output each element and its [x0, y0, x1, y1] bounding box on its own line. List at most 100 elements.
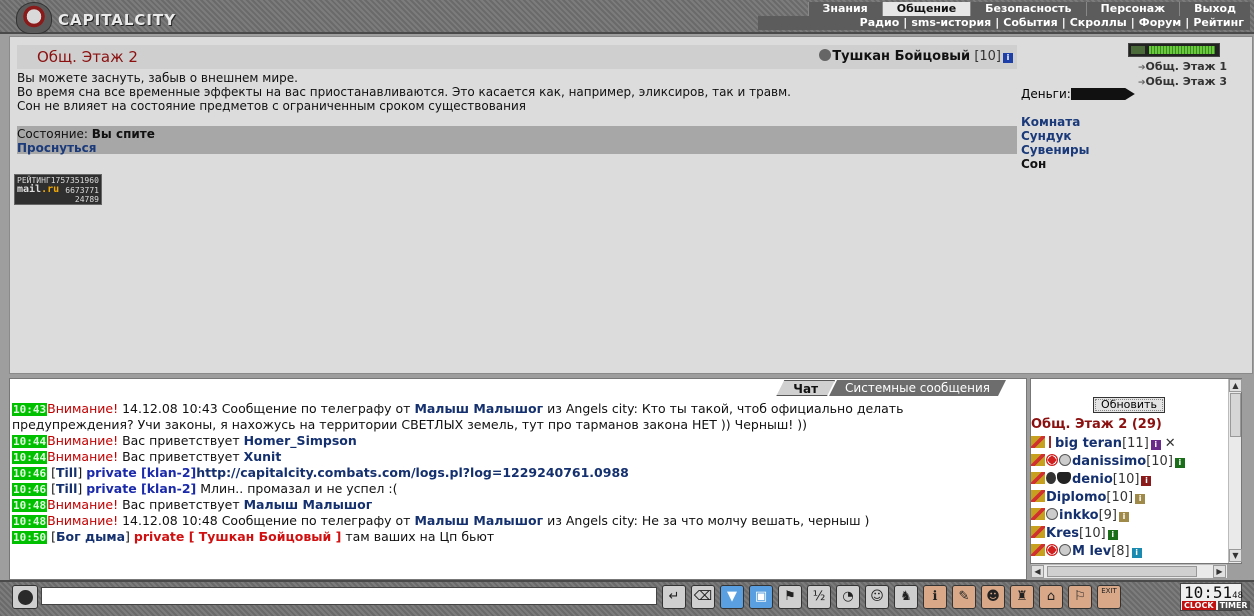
nick-link[interactable]: Малыш Малышог	[414, 401, 543, 416]
clock-label[interactable]: CLOCK	[1182, 601, 1216, 610]
door-icon[interactable]: ⌂	[1039, 585, 1063, 609]
exit-link-floor-3[interactable]: ➔Общ. Этаж 3	[1138, 75, 1227, 90]
player-info-icon[interactable]: i	[1150, 440, 1161, 450]
helmet-icon[interactable]: ♞	[894, 585, 918, 609]
message-timestamp[interactable]: 10:46	[12, 483, 48, 496]
tab-chat[interactable]: Чат	[776, 380, 835, 396]
player-info-icon[interactable]: i	[1135, 494, 1146, 504]
submenu-events[interactable]: События	[1003, 16, 1057, 29]
player-name[interactable]: Kres	[1046, 526, 1079, 541]
info-scroll-icon[interactable]: ℹ	[923, 585, 947, 609]
player-info-icon[interactable]: i	[1131, 548, 1142, 558]
message-timestamp[interactable]: 10:44	[12, 435, 48, 448]
flag-icon[interactable]: ⚐	[1068, 585, 1092, 609]
character-name[interactable]: Тушкан Бойцовый	[832, 49, 970, 64]
scrollbar-thumb[interactable]	[1047, 566, 1197, 577]
cross-icon	[1046, 436, 1054, 448]
private-tag[interactable]: private [ Тушкан Бойцовый ]	[134, 529, 341, 544]
nick-link[interactable]: Малыш Малышог	[244, 497, 373, 512]
filter-icon[interactable]: ▼	[720, 585, 744, 609]
player-name[interactable]: inkko	[1059, 508, 1099, 523]
submenu-scrolls[interactable]: Скроллы	[1070, 16, 1127, 29]
sender-nick[interactable]: Till	[56, 481, 77, 496]
menu-communication[interactable]: Общение	[881, 2, 971, 16]
message-timestamp[interactable]: 10:46	[12, 467, 48, 480]
close-icon[interactable]: ✕	[1165, 436, 1176, 451]
player-name[interactable]: M lev	[1072, 544, 1111, 559]
mask-icon[interactable]: ☻	[981, 585, 1005, 609]
run-icon[interactable]: ⚑	[778, 585, 802, 609]
submenu-radio[interactable]: Радио	[860, 16, 900, 29]
private-message-icon[interactable]	[1031, 508, 1045, 520]
nick-link[interactable]: Homer_Simpson	[244, 433, 357, 448]
message-timestamp[interactable]: 10:50	[12, 531, 48, 544]
menu-exit[interactable]: Выход	[1179, 2, 1250, 16]
player-info-icon[interactable]: i	[1174, 458, 1185, 468]
private-tag[interactable]: private [klan-2]	[86, 465, 196, 480]
message-timestamp[interactable]: 10:44	[12, 451, 48, 464]
message-timestamp[interactable]: 10:43	[12, 403, 48, 416]
scroll-down-icon[interactable]: ▼	[1229, 549, 1242, 562]
money-value-redacted	[1070, 88, 1135, 100]
private-message-icon[interactable]	[1031, 526, 1045, 538]
info-icon[interactable]: i	[1003, 53, 1013, 63]
link-souvenirs[interactable]: Сувениры	[1021, 143, 1090, 157]
speed-icon[interactable]: ◔	[836, 585, 860, 609]
sender-nick[interactable]: Бог дыма	[56, 529, 125, 544]
private-message-icon[interactable]	[1031, 490, 1045, 502]
private-message-icon[interactable]	[1031, 436, 1045, 448]
top-bar: CAPITALCITY Знания Общение Безопасность …	[0, 0, 1254, 34]
scrollbar-thumb[interactable]	[1230, 393, 1241, 437]
send-enter-icon[interactable]: ↵	[662, 585, 686, 609]
private-message-icon[interactable]	[1031, 472, 1045, 484]
scroll-up-icon[interactable]: ▲	[1229, 379, 1242, 392]
message-timestamp[interactable]: 10:48	[12, 499, 48, 512]
chat-input[interactable]	[41, 587, 657, 605]
submenu-rating[interactable]: Рейтинг	[1193, 16, 1244, 29]
smiley-icon[interactable]: ☺	[865, 585, 889, 609]
nick-link[interactable]: Xunit	[244, 449, 282, 464]
rating-counter-badge[interactable]: РЕЙТИНГ1757351960 mail.ru 6673771 24789	[14, 174, 102, 205]
main-panel: Общ. Этаж 2 Тушкан Бойцовый [10] i Вы мож…	[9, 36, 1253, 374]
eraser-icon[interactable]: ⌫	[691, 585, 715, 609]
menu-security[interactable]: Безопасность	[970, 2, 1086, 16]
link-chest[interactable]: Сундук	[1021, 129, 1090, 143]
face-icon	[18, 590, 33, 605]
fraction-icon[interactable]: ½	[807, 585, 831, 609]
save-icon[interactable]: ▣	[749, 585, 773, 609]
knight-icon[interactable]: ♜	[1010, 585, 1034, 609]
chat-message: 10:48Внимание! Вас приветствует Малыш Ма…	[12, 497, 1022, 513]
player-name[interactable]: big teran	[1055, 436, 1122, 451]
clock-widget[interactable]: 10:5148 CLOCK TIMER	[1180, 583, 1250, 611]
submenu-forum[interactable]: Форум	[1139, 16, 1182, 29]
player-name[interactable]: denio	[1072, 472, 1113, 487]
sender-nick[interactable]: Till	[56, 465, 77, 480]
private-tag[interactable]: private [klan-2]	[86, 481, 196, 496]
private-message-icon[interactable]	[1031, 454, 1045, 466]
exit-link-floor-1[interactable]: ➔Общ. Этаж 1	[1138, 60, 1227, 75]
private-message-icon[interactable]	[1031, 544, 1045, 556]
timer-label[interactable]: TIMER	[1217, 601, 1250, 610]
player-info-icon[interactable]: i	[1107, 530, 1118, 540]
submenu-sms-history[interactable]: sms-история	[911, 16, 991, 29]
player-name[interactable]: danissimo	[1072, 454, 1146, 469]
menu-character[interactable]: Персонаж	[1085, 2, 1180, 16]
wake-up-link[interactable]: Проснуться	[17, 141, 96, 155]
online-list-horizontal-scrollbar[interactable]: ◀ ▶	[1031, 564, 1227, 578]
link-room[interactable]: Комната	[1021, 115, 1090, 129]
player-info-icon[interactable]: i	[1141, 476, 1152, 486]
player-info-icon[interactable]: i	[1119, 512, 1130, 522]
log-url-link[interactable]: http://capitalcity.combats.com/logs.pl?l…	[196, 465, 629, 480]
online-list-vertical-scrollbar[interactable]: ▲ ▼	[1228, 379, 1242, 563]
quill-icon[interactable]: ✎	[952, 585, 976, 609]
scroll-right-icon[interactable]: ▶	[1213, 565, 1226, 578]
smiles-button[interactable]	[12, 585, 38, 609]
exit-icon[interactable]: EXIT	[1097, 585, 1121, 609]
scroll-left-icon[interactable]: ◀	[1031, 565, 1044, 578]
nick-link[interactable]: Малыш Малышог	[414, 513, 543, 528]
message-timestamp[interactable]: 10:48	[12, 515, 48, 528]
refresh-button[interactable]: Обновить	[1093, 397, 1165, 413]
player-name[interactable]: Diplomo	[1046, 490, 1106, 505]
menu-knowledge[interactable]: Знания	[807, 2, 882, 16]
tab-system-messages[interactable]: Системные сообщения	[829, 380, 1006, 396]
